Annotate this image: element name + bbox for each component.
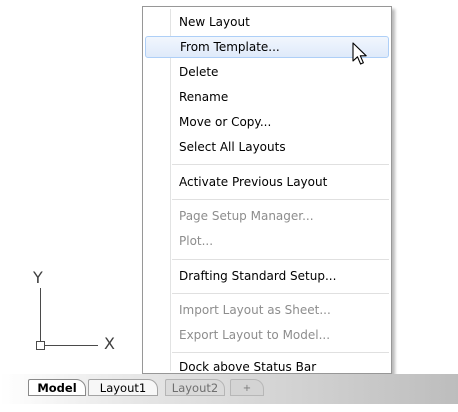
ucs-axes-icon <box>36 288 98 350</box>
menu-separator <box>172 164 389 165</box>
menu-item-rename[interactable]: Rename <box>145 86 389 108</box>
menu-item-export-layout-to-model: Export Layout to Model... <box>179 328 331 342</box>
y-axis-label: Y <box>33 268 43 287</box>
x-axis-label: X <box>104 334 115 353</box>
menu-item-activate-previous-layout[interactable]: Activate Previous Layout <box>145 171 389 193</box>
menu-item-page-setup-manager: Page Setup Manager... <box>179 209 314 223</box>
menu-item-new-layout[interactable]: New Layout <box>145 11 389 33</box>
menu-separator <box>172 199 389 200</box>
tab-layout2[interactable]: Layout2 <box>165 379 225 396</box>
add-tab-button[interactable]: + <box>230 379 264 396</box>
menu-item-import-layout-as-sheet: Import Layout as Sheet... <box>179 303 331 317</box>
tab-layout1[interactable]: Layout1 <box>88 379 158 396</box>
tab-model[interactable]: Model <box>28 379 86 396</box>
menu-separator <box>172 352 389 353</box>
menu-item-drafting-standard-setup[interactable]: Drafting Standard Setup... <box>145 265 389 287</box>
menu-separator <box>172 259 389 260</box>
mouse-pointer-icon <box>352 42 367 65</box>
menu-item-move-or-copy[interactable]: Move or Copy... <box>145 111 389 133</box>
menu-item-select-all-layouts[interactable]: Select All Layouts <box>145 136 389 158</box>
add-tab-icon: + <box>242 383 252 394</box>
layout-tab-bar: Model Layout1 Layout2 + <box>0 374 458 404</box>
menu-separator <box>172 293 389 294</box>
menu-item-plot: Plot... <box>179 234 214 248</box>
